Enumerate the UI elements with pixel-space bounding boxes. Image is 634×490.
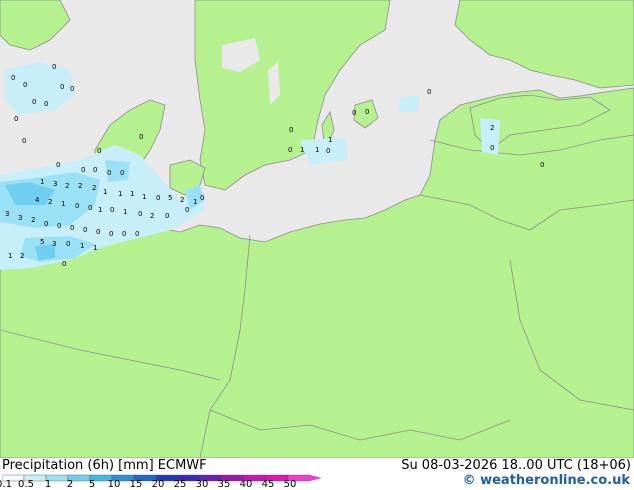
precip-value-label: 0 [11,74,15,82]
precip-value-label: 0 [427,88,431,96]
precip-value-label: 0 [107,169,111,177]
precip-value-label: 1 [118,190,122,198]
precip-value-label: 1 [40,178,44,186]
precip-value-label: 2 [48,198,52,206]
precip-value-label: 1 [93,244,97,252]
precip-gulf-patch [398,95,420,112]
precip-value-label: 1 [130,190,134,198]
precip-value-label: 1 [315,146,319,154]
precip-value-label: 0 [81,166,85,174]
precip-value-label: 0 [185,206,189,214]
precip-value-label: 5 [168,194,172,202]
precip-value-label: 0 [139,133,143,141]
precip-value-label: 1 [80,242,84,250]
scale-tick-label: 0.1 [0,479,12,490]
scale-tick-label: 50 [283,479,297,490]
precip-value-label: 0 [156,194,160,202]
precip-value-label: 1 [300,146,304,154]
precip-value-label: 4 [35,196,40,204]
precip-value-label: 0 [83,226,87,234]
precip-value-label: 0 [14,115,18,123]
precip-value-label: 1 [98,206,102,214]
precip-value-label: 1 [103,188,107,196]
precip-value-label: 0 [138,210,142,218]
precip-value-label: 2 [65,182,69,190]
precip-value-label: 1 [8,252,12,260]
precip-value-label: 2 [150,212,154,220]
scale-tick-label: 10 [107,479,121,490]
precip-value-label: 0 [44,220,48,228]
precip-value-label: 2 [31,216,35,224]
precip-value-label: 1 [328,136,332,144]
precip-value-label: 0 [109,230,113,238]
precip-value-label: 0 [365,108,369,116]
precip-value-label: 0 [44,100,48,108]
precip-value-label: 1 [142,193,146,201]
precip-value-label: 0 [22,137,26,145]
precip-value-label: 0 [75,202,79,210]
scale-tick-label: 1 [44,479,52,490]
precip-value-label: 0 [23,81,27,89]
scale-tick-label: 25 [173,479,187,490]
precip-value-label: 1 [123,208,127,216]
precip-value-label: 0 [289,126,293,134]
precipitation-map: 0000000000000000100001100020132221111052… [0,0,634,459]
precip-value-label: 0 [70,224,74,232]
precip-value-label: 0 [122,230,126,238]
precip-value-label: 2 [180,196,184,204]
precip-value-label: 0 [540,161,544,169]
precip-value-label: 0 [62,260,66,268]
map-svg: 000 0 00 0000000 0 0 010 000 1 1 000201 3 2 2 2 1 1 1 1 0 5 2… [0,0,634,459]
credit-link[interactable]: © weatheronline.co.uk [463,473,630,488]
precip-value-label: 0 [352,109,356,117]
scale-tick-label: 20 [151,479,165,490]
precip-value-label: 2 [78,182,82,190]
precip-value-label: 3 [53,180,57,188]
scale-tick-label: 2 [66,479,74,490]
precip-value-label: 2 [92,184,96,192]
precip-value-label: 0 [165,212,169,220]
precip-value-label: 0 [110,206,114,214]
scale-tick-label: 35 [217,479,231,490]
scale-tick-label: 30 [195,479,209,490]
valid-time: Su 08-03-2026 18..00 UTC (18+06) [401,458,631,473]
precip-value-label: 3 [52,240,56,248]
precip-value-label: 0 [288,146,292,154]
precip-value-label: 2 [20,252,24,260]
precip-value-label: 0 [97,147,101,155]
precip-value-label: 0 [32,98,36,106]
precip-value-label: 0 [120,169,124,177]
precip-value-label: 0 [66,240,70,248]
precip-value-label: 3 [5,210,9,218]
scale-tick-label: 45 [261,479,275,490]
scale-tick-label: 5 [88,479,96,490]
precip-value-label: 0 [96,228,100,236]
map-title: Precipitation (6h) [mm] ECMWF [2,458,207,473]
legend-bar: Precipitation (6h) [mm] ECMWF Su 08-03-2… [0,458,634,490]
precip-value-label: 5 [40,238,44,246]
precip-value-label: 0 [56,161,60,169]
precip-value-label: 0 [88,204,92,212]
precip-value-label: 3 [18,214,22,222]
precip-value-label: 0 [490,144,494,152]
precip-value-label: 0 [52,63,56,71]
precip-value-label: 1 [61,200,65,208]
precip-value-label: 0 [200,194,204,202]
precip-value-label: 2 [490,124,494,132]
scale-tick-label: 40 [239,479,253,490]
precip-value-label: 0 [57,222,61,230]
precip-value-label: 0 [70,85,74,93]
precip-value-label: 0 [135,230,139,238]
precip-value-label: 0 [93,166,97,174]
precip-value-label: 0 [60,83,64,91]
scale-arrow [310,475,322,481]
scale-tick-label: 0.5 [18,479,34,490]
scale-tick-label: 15 [129,479,143,490]
precip-value-label: 0 [326,147,330,155]
precip-value-label: 1 [193,198,197,206]
